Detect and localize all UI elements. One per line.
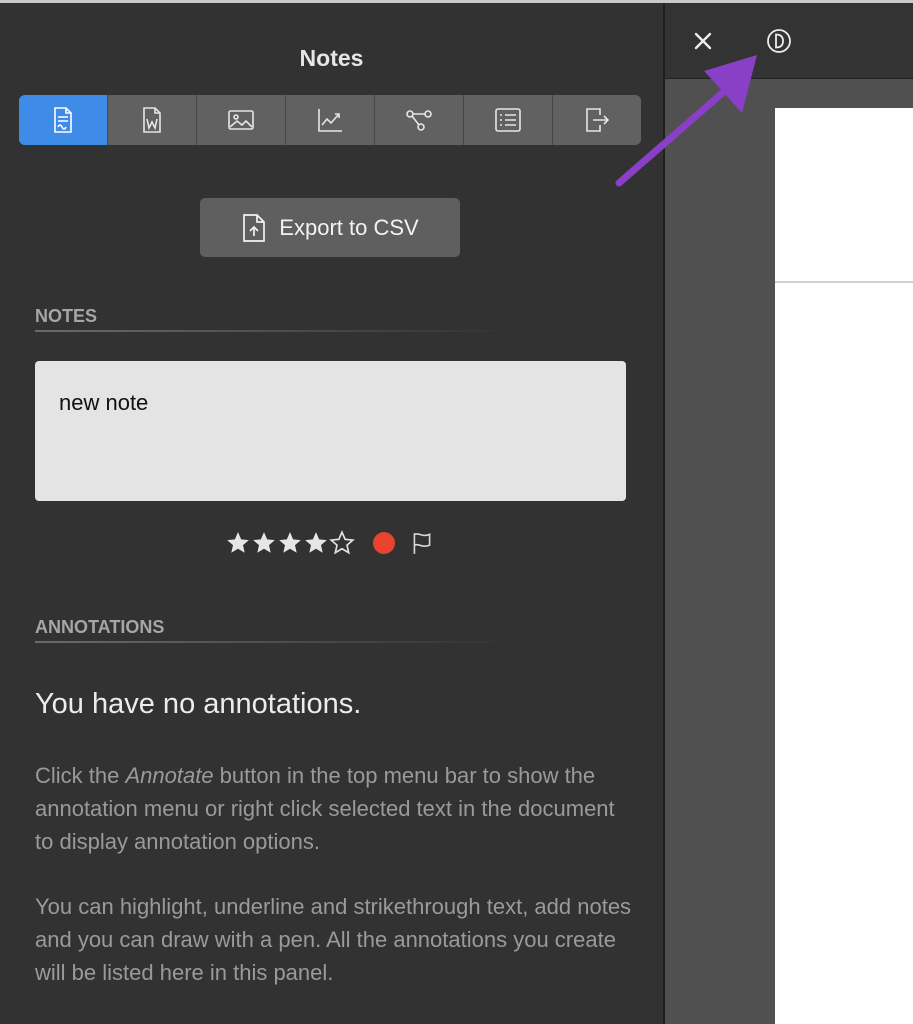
document-page-rule <box>775 281 913 283</box>
file-upload-icon <box>243 213 266 242</box>
workflow-icon <box>406 110 432 131</box>
list-icon <box>495 108 521 132</box>
annotations-help-paragraph-1: Click the Annotate button in the top men… <box>35 759 635 858</box>
panel-title: Notes <box>299 45 364 71</box>
notes-section-divider <box>35 330 515 332</box>
annotations-section-divider <box>35 641 515 643</box>
note-metadata-row <box>225 528 435 558</box>
chart-icon <box>318 109 342 132</box>
tab-images[interactable] <box>197 95 286 145</box>
star-outline-icon-5[interactable] <box>329 530 355 556</box>
export-to-csv-button[interactable]: Export to CSV <box>200 198 460 257</box>
flag-icon[interactable] <box>409 530 435 556</box>
star-icon-2[interactable] <box>251 530 277 556</box>
annotate-emphasis: Annotate <box>125 763 214 788</box>
note-text-field[interactable]: new note <box>35 361 626 501</box>
purple-arrow-annotation <box>615 55 757 187</box>
no-annotations-title: You have no annotations. <box>35 688 362 720</box>
tab-list[interactable] <box>464 95 553 145</box>
star-icon-3[interactable] <box>277 530 303 556</box>
annotations-help-paragraph-2: You can highlight, underline and striket… <box>35 894 632 985</box>
tab-workflow[interactable] <box>375 95 464 145</box>
help-text-before: Click the <box>35 763 126 788</box>
panel-tab-bar <box>19 95 641 145</box>
tab-document[interactable] <box>19 95 108 145</box>
star-icon-1[interactable] <box>225 530 251 556</box>
word-document-icon <box>143 107 161 133</box>
document-icon <box>54 107 72 133</box>
document-page[interactable] <box>775 108 913 1024</box>
color-tag-dot[interactable] <box>373 532 395 554</box>
export-button-label: Export to CSV <box>279 214 419 240</box>
notes-section-label: NOTES <box>35 306 98 326</box>
tab-word-export[interactable] <box>108 95 197 145</box>
star-icon-4[interactable] <box>303 530 329 556</box>
image-icon <box>228 110 254 130</box>
annotations-section-label: ANNOTATIONS <box>35 617 165 637</box>
tab-charts[interactable] <box>286 95 375 145</box>
notes-panel: Notes Export to CSV NOTES new note ANNOT… <box>0 3 663 1024</box>
